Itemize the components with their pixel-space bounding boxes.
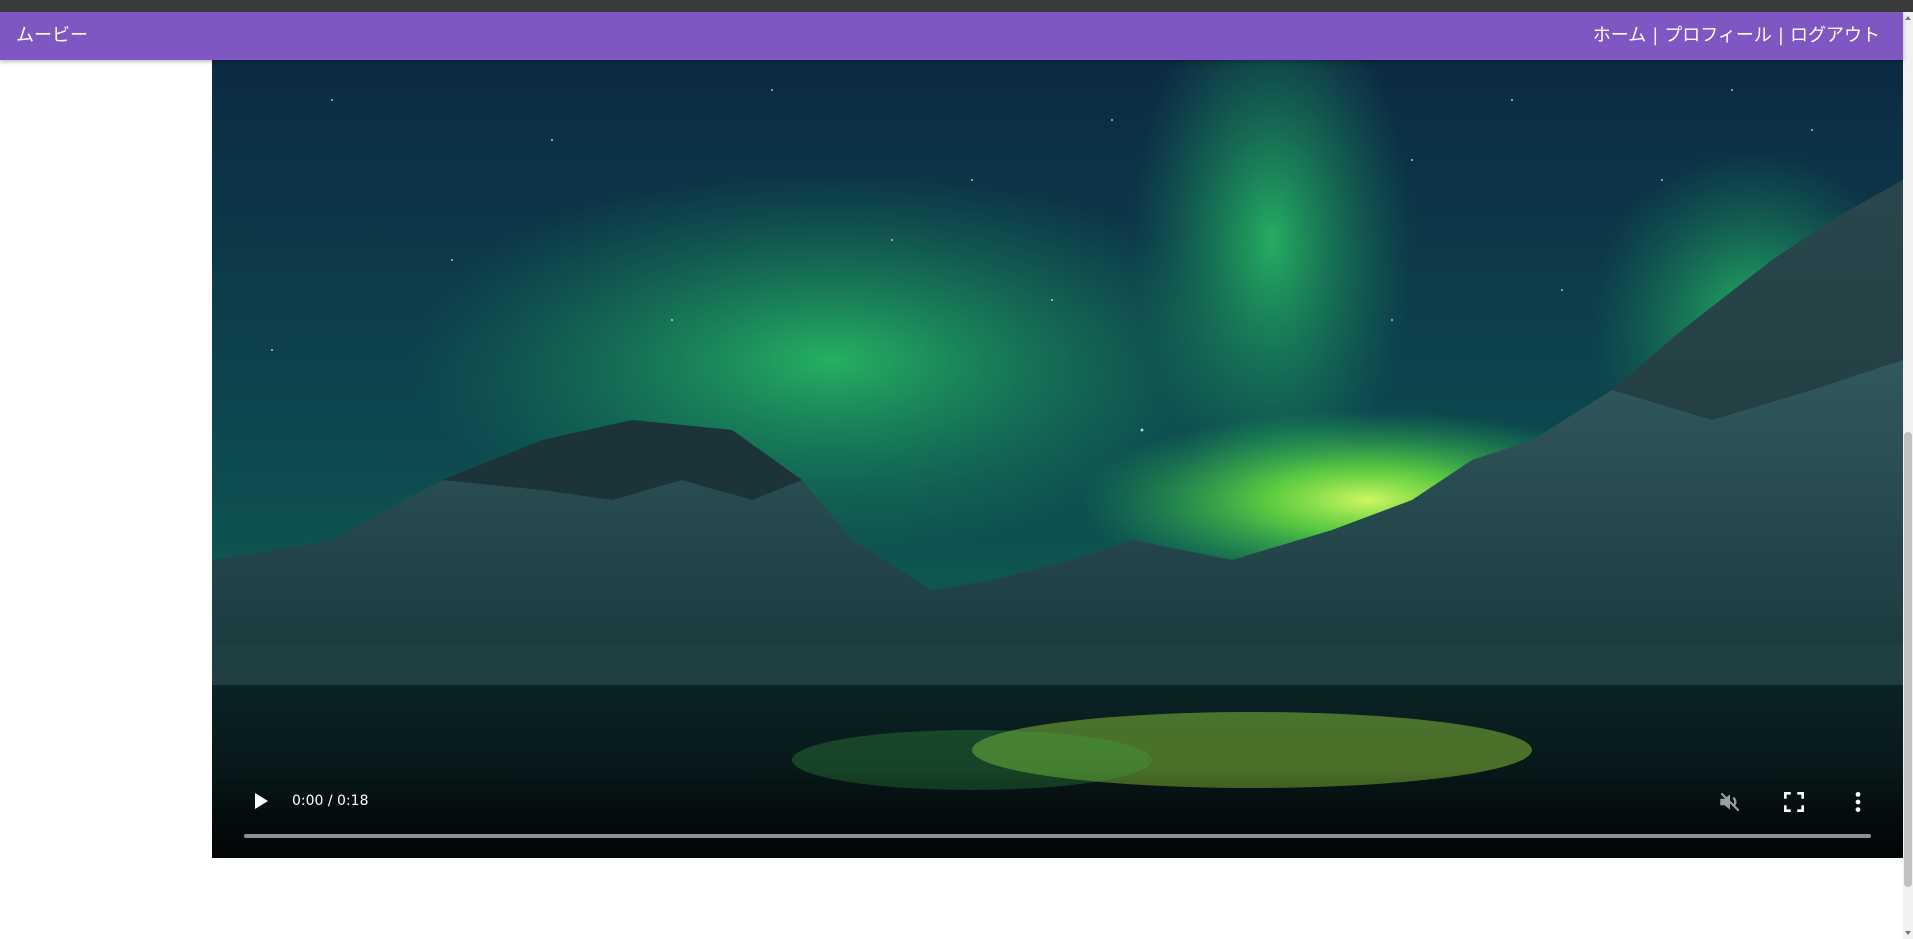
nav-separator: |: [1652, 25, 1659, 46]
mute-button[interactable]: [1717, 789, 1743, 815]
fullscreen-icon: [1784, 792, 1804, 812]
play-icon: [255, 793, 268, 809]
time-display: 0:00 / 0:18: [292, 793, 369, 809]
brand-title[interactable]: ムービー: [16, 24, 88, 48]
more-vertical-icon: [1855, 792, 1861, 812]
nav-separator: |: [1777, 25, 1784, 46]
scroll-down-arrow-icon[interactable]: [1905, 931, 1911, 935]
scroll-up-arrow-icon[interactable]: [1905, 16, 1911, 20]
video-player[interactable]: 0:00 / 0:18: [212, 60, 1903, 858]
nav-home-link[interactable]: ホーム: [1593, 24, 1646, 48]
fullscreen-button[interactable]: [1781, 789, 1807, 815]
play-button[interactable]: [248, 789, 272, 813]
nav-logout-link[interactable]: ログアウト: [1790, 24, 1880, 48]
video-frame-image: [212, 60, 1903, 858]
volume-muted-icon: [1720, 792, 1740, 812]
video-controls: 0:00 / 0:18: [212, 768, 1903, 858]
page-scrollbar[interactable]: [1903, 12, 1913, 939]
app-bar: ムービー ホーム | プロフィール | ログアウト: [0, 12, 1903, 60]
top-nav: ホーム | プロフィール | ログアウト: [1593, 24, 1880, 48]
browser-top-strip: [0, 0, 1913, 12]
video-progress-bar[interactable]: [244, 834, 1871, 838]
scrollbar-thumb[interactable]: [1904, 432, 1912, 887]
more-options-button[interactable]: [1845, 789, 1871, 815]
nav-profile-link[interactable]: プロフィール: [1664, 24, 1772, 48]
